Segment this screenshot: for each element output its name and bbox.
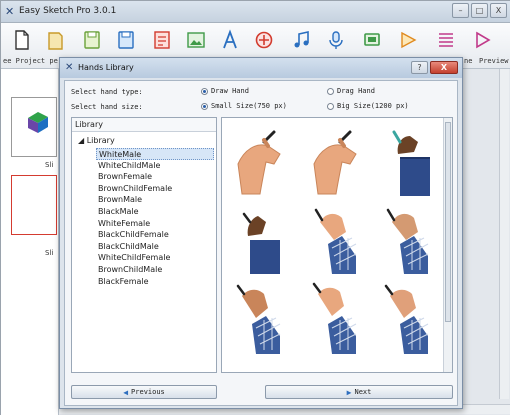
hand-thumbnail[interactable] bbox=[382, 282, 436, 354]
hand-size-label: Select hand size: bbox=[71, 103, 143, 111]
title-bar: ✕ Easy Sketch Pro 3.0.1 – □ X bbox=[1, 1, 510, 23]
next-button[interactable]: ▶ Next bbox=[265, 385, 453, 399]
tree-item-blackfemale[interactable]: BlackFemale bbox=[96, 276, 214, 288]
radio-dot bbox=[327, 87, 334, 95]
previous-label: Previous bbox=[131, 388, 165, 396]
tree-item-brownchildmale[interactable]: BrownChildMale bbox=[96, 264, 214, 276]
tree-header: Library bbox=[72, 118, 216, 132]
maximize-button[interactable]: □ bbox=[471, 3, 488, 18]
radio-dot bbox=[327, 102, 334, 110]
radio-dot-selected bbox=[201, 87, 208, 95]
hand-type-label: Select hand type: bbox=[71, 88, 143, 96]
radio-small-size[interactable]: Small Size(750 px) bbox=[201, 102, 287, 110]
open-folder-icon[interactable] bbox=[45, 29, 67, 51]
project-label: ee Project pe bbox=[3, 57, 58, 65]
slides-pane: Sli Sli bbox=[1, 69, 59, 415]
radio-dot-selected bbox=[201, 102, 208, 110]
vertical-scrollbar[interactable] bbox=[499, 69, 509, 399]
tree-item-brownchildfemale[interactable]: BrownChildFemale bbox=[96, 183, 214, 195]
collapse-arrow-icon[interactable]: ◢ bbox=[78, 136, 84, 145]
hand-thumbnail[interactable] bbox=[310, 124, 364, 196]
preview-label: Preview bbox=[479, 57, 509, 65]
draw-hand-label: Draw Hand bbox=[211, 87, 249, 95]
grid-scrollbar[interactable] bbox=[443, 118, 452, 372]
tree-item-whitefemale[interactable]: WhiteFemale bbox=[96, 218, 214, 230]
hand-thumbnail[interactable] bbox=[310, 202, 364, 274]
hand-thumbnail[interactable] bbox=[382, 202, 436, 274]
help-button[interactable]: ? bbox=[411, 61, 428, 74]
dialog-title-bar: ✕ Hands Library ? X bbox=[60, 58, 462, 78]
radio-draw-hand[interactable]: Draw Hand bbox=[201, 87, 249, 95]
toolbar-label-ne: ne bbox=[464, 57, 473, 65]
close-button[interactable]: X bbox=[490, 3, 507, 18]
text-icon[interactable] bbox=[219, 29, 241, 51]
dialog-title: Hands Library bbox=[78, 63, 134, 72]
save-icon[interactable] bbox=[81, 29, 103, 51]
big-size-label: Big Size(1200 px) bbox=[337, 102, 409, 110]
image-icon[interactable] bbox=[185, 29, 207, 51]
radio-big-size[interactable]: Big Size(1200 px) bbox=[327, 102, 409, 110]
hand-thumbnail[interactable] bbox=[234, 282, 288, 354]
hand-icon[interactable] bbox=[397, 29, 419, 51]
slide-label-2: Sli bbox=[45, 249, 54, 257]
dialog-logo-icon: ✕ bbox=[65, 62, 74, 73]
hand-thumbnail[interactable] bbox=[310, 282, 364, 354]
tree-root-node[interactable]: ◢ Library bbox=[78, 136, 115, 145]
tree-item-whitechildmale[interactable]: WhiteChildMale bbox=[96, 160, 214, 172]
screen-icon[interactable] bbox=[361, 29, 383, 51]
radio-drag-hand[interactable]: Drag Hand bbox=[327, 87, 375, 95]
slide-thumbnail-1[interactable] bbox=[11, 97, 57, 157]
drag-hand-label: Drag Hand bbox=[337, 87, 375, 95]
tree-item-brownmale[interactable]: BrownMale bbox=[96, 194, 214, 206]
previous-button[interactable]: ◀ Previous bbox=[71, 385, 217, 399]
scrollbar-thumb[interactable] bbox=[445, 122, 451, 322]
window-controls: – □ X bbox=[452, 3, 507, 18]
hand-image-grid[interactable] bbox=[221, 117, 453, 373]
tree-item-blackchildfemale[interactable]: BlackChildFemale bbox=[96, 229, 214, 241]
hands-library-dialog: ✕ Hands Library ? X Select hand type: Dr… bbox=[59, 57, 463, 409]
tree-item-blackchildmale[interactable]: BlackChildMale bbox=[96, 241, 214, 253]
save-as-icon[interactable] bbox=[115, 29, 137, 51]
slide-icon[interactable] bbox=[151, 29, 173, 51]
hand-thumbnail[interactable] bbox=[382, 124, 436, 196]
tree-root-label: Library bbox=[86, 136, 115, 145]
list-icon[interactable] bbox=[435, 29, 457, 51]
arrow-left-icon: ◀ bbox=[123, 387, 129, 397]
app-logo-icon: ✕ bbox=[5, 5, 15, 18]
dialog-body: Select hand type: Draw Hand Drag Hand Se… bbox=[64, 80, 458, 406]
shape-icon[interactable] bbox=[253, 29, 275, 51]
tree-item-brownfemale[interactable]: BrownFemale bbox=[96, 171, 214, 183]
hand-thumbnail[interactable] bbox=[234, 202, 288, 274]
app-title: Easy Sketch Pro 3.0.1 bbox=[19, 6, 117, 16]
new-document-icon[interactable] bbox=[11, 29, 33, 51]
microphone-icon[interactable] bbox=[325, 29, 347, 51]
tree-items: WhiteMale WhiteChildMale BrownFemale Bro… bbox=[96, 148, 214, 287]
hand-thumbnail[interactable] bbox=[234, 124, 288, 196]
tree-item-whitemale[interactable]: WhiteMale bbox=[96, 148, 214, 160]
slide-label-1: Sli bbox=[45, 161, 54, 169]
app-window: ✕ Easy Sketch Pro 3.0.1 – □ X ee Project… bbox=[0, 0, 510, 415]
tree-item-blackmale[interactable]: BlackMale bbox=[96, 206, 214, 218]
slide-thumbnail-2[interactable] bbox=[11, 175, 57, 235]
music-icon[interactable] bbox=[291, 29, 313, 51]
play-icon[interactable] bbox=[471, 29, 493, 51]
library-tree[interactable]: Library ◢ Library WhiteMale WhiteChildMa… bbox=[71, 117, 217, 373]
arrow-right-icon: ▶ bbox=[346, 387, 352, 397]
dialog-close-button[interactable]: X bbox=[430, 61, 458, 74]
tree-item-whitechildfemale[interactable]: WhiteChildFemale bbox=[96, 252, 214, 264]
next-label: Next bbox=[354, 388, 372, 396]
small-size-label: Small Size(750 px) bbox=[211, 102, 287, 110]
minimize-button[interactable]: – bbox=[452, 3, 469, 18]
